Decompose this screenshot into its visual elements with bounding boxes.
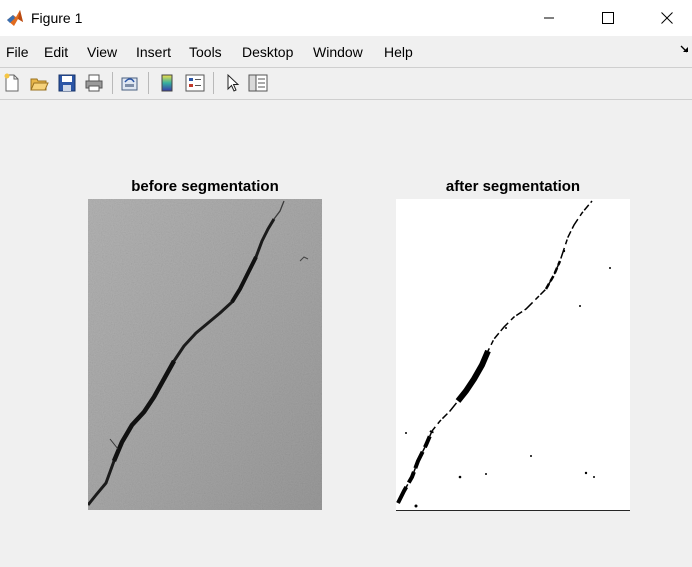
window-title: Figure 1 bbox=[31, 10, 83, 26]
title-bar: Figure 1 bbox=[0, 0, 692, 36]
colorbar-icon[interactable] bbox=[157, 73, 177, 93]
menu-help[interactable]: Help bbox=[384, 44, 413, 60]
menu-edit[interactable]: Edit bbox=[44, 44, 68, 60]
toolbar-separator bbox=[213, 72, 214, 94]
segmented-crack-image bbox=[396, 199, 630, 510]
plot-title-after: after segmentation bbox=[445, 178, 581, 195]
edit-plot-arrow-icon[interactable] bbox=[223, 73, 243, 93]
menu-window[interactable]: Window bbox=[313, 44, 363, 60]
minimize-button[interactable] bbox=[526, 0, 572, 36]
menu-file[interactable]: File bbox=[6, 44, 29, 60]
print-icon[interactable] bbox=[84, 73, 104, 93]
menu-bar: File Edit View Insert Tools Desktop Wind… bbox=[0, 38, 692, 66]
matlab-logo-icon bbox=[7, 10, 23, 26]
x-axis-line bbox=[396, 510, 630, 511]
plot-title-before: before segmentation bbox=[131, 178, 279, 195]
concrete-crack-image bbox=[88, 199, 322, 510]
close-icon bbox=[661, 12, 673, 24]
close-button[interactable] bbox=[644, 0, 690, 36]
maximize-button[interactable] bbox=[585, 0, 631, 36]
menu-desktop[interactable]: Desktop bbox=[242, 44, 293, 60]
property-inspector-icon[interactable] bbox=[248, 73, 268, 93]
menu-insert[interactable]: Insert bbox=[136, 44, 171, 60]
menu-view[interactable]: View bbox=[87, 44, 117, 60]
link-plot-icon[interactable] bbox=[120, 73, 140, 93]
legend-icon[interactable] bbox=[185, 73, 205, 93]
toolbar-separator bbox=[112, 72, 113, 94]
new-figure-icon[interactable] bbox=[2, 73, 22, 93]
menu-tools[interactable]: Tools bbox=[189, 44, 222, 60]
toolbar-separator bbox=[148, 72, 149, 94]
open-file-icon[interactable] bbox=[29, 73, 49, 93]
toolbar bbox=[0, 68, 692, 99]
image-after-segmentation bbox=[396, 199, 630, 510]
image-before-segmentation bbox=[88, 199, 322, 510]
maximize-icon bbox=[602, 12, 614, 24]
minimize-icon bbox=[544, 17, 554, 19]
toolbar-divider bbox=[0, 99, 692, 100]
save-icon[interactable] bbox=[57, 73, 77, 93]
dock-arrow-icon[interactable] bbox=[680, 44, 690, 54]
